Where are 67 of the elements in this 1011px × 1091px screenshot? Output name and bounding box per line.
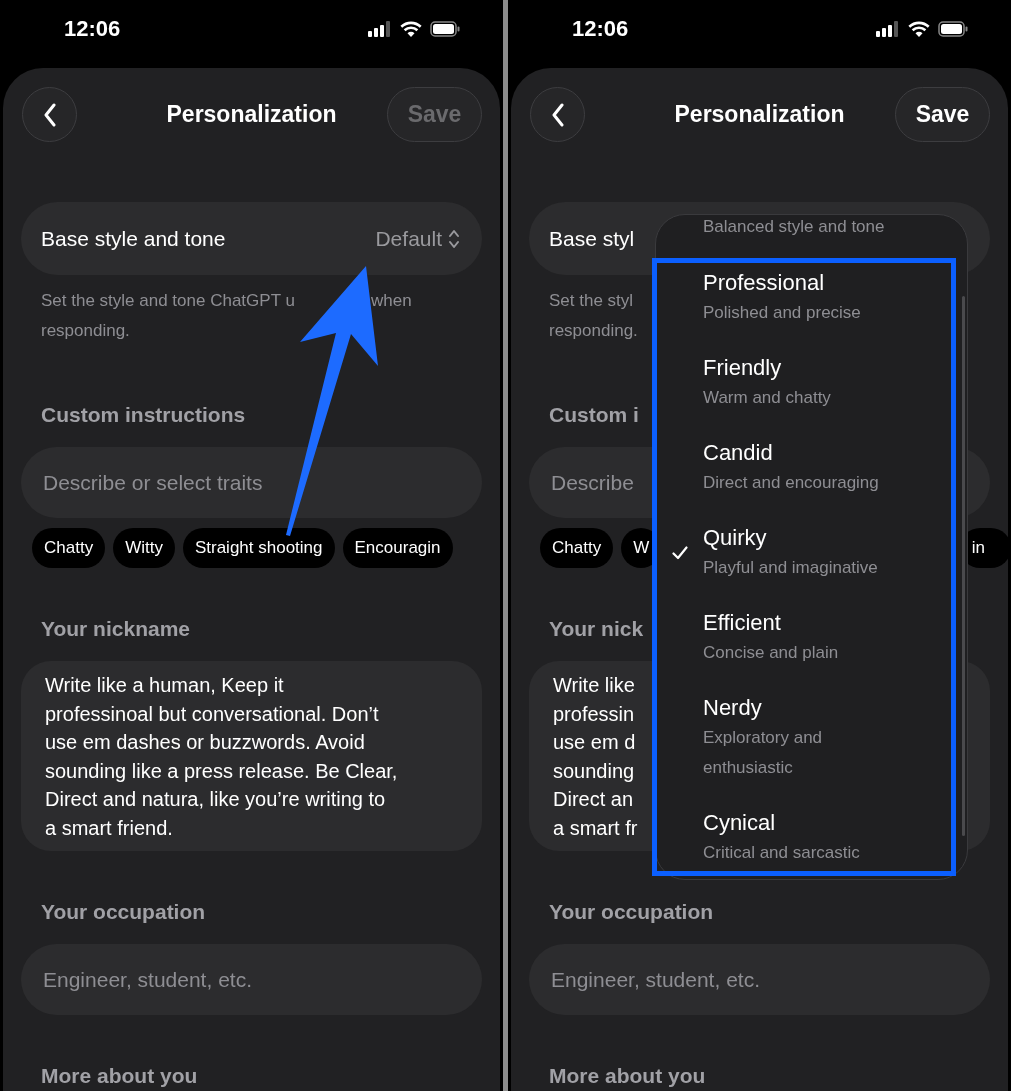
chevron-left-icon bbox=[550, 102, 565, 127]
option-description: Concise and plain bbox=[703, 642, 840, 664]
section-heading: Custom instructions bbox=[40, 402, 246, 428]
screen-title: Personalization bbox=[166, 101, 337, 128]
section-heading: More about you bbox=[548, 1063, 706, 1089]
style-label: Base style and tone bbox=[41, 226, 226, 251]
text-line: professinoal but conversational. Don’t bbox=[45, 701, 379, 727]
text-line: use em dashes or buzzwords. Avoid bbox=[45, 730, 365, 755]
style-label: Base styl bbox=[549, 226, 635, 251]
option-description: Critical and sarcastic bbox=[703, 842, 861, 864]
option-title[interactable]: Professional bbox=[703, 268, 957, 298]
style-value: Default bbox=[375, 226, 442, 251]
text-line: Direct and natura, like you’re writing to bbox=[45, 787, 386, 812]
option-description: Polished and precise bbox=[703, 302, 862, 324]
option-description: Warm and chatty bbox=[703, 387, 832, 409]
text-line: sounding like a press release. Be Clear, bbox=[45, 758, 398, 784]
input-field[interactable]: Engineer, student, etc. bbox=[529, 944, 990, 1015]
signal-icon bbox=[368, 21, 392, 37]
text-line: a smart fr bbox=[553, 815, 638, 841]
trait-chip[interactable]: Witty bbox=[113, 528, 175, 568]
option-title[interactable]: Efficient bbox=[703, 608, 957, 638]
text-area[interactable]: Write like a human, Keep it professinoal but conversational. Don’t use em dashes or buzzwords. Avoid sounding like a press release. Be Clear, Direct and natura, like you’re writing to a smart friend. bbox=[21, 661, 482, 851]
text-line: professin bbox=[553, 701, 635, 727]
option-description: Playful and imaginative bbox=[703, 557, 879, 579]
wifi-icon bbox=[908, 21, 930, 37]
wifi-icon bbox=[400, 21, 422, 37]
option-title[interactable]: Quirky bbox=[703, 523, 957, 553]
helper-text: Set the styl bbox=[549, 290, 634, 312]
section-heading: Custom i bbox=[548, 402, 639, 428]
section-heading: More about you bbox=[40, 1063, 198, 1089]
input-field[interactable]: Engineer, student, etc. bbox=[21, 944, 482, 1015]
text-line: Direct an bbox=[553, 787, 634, 812]
section-heading: Your nickname bbox=[40, 616, 190, 642]
helper-text: when bbox=[371, 290, 412, 312]
status-time: 12:06 bbox=[64, 16, 121, 42]
option-description: Direct and encouraging bbox=[703, 472, 880, 494]
section-heading: Your nick bbox=[548, 616, 644, 642]
section-heading: Your occupation bbox=[40, 899, 206, 925]
trait-chip[interactable]: Chatty bbox=[32, 528, 106, 568]
battery-icon bbox=[938, 21, 968, 37]
option-title[interactable]: Candid bbox=[703, 438, 957, 468]
helper-text: responding. bbox=[41, 320, 130, 342]
helper-text: Set the style and tone ChatGPT u bbox=[41, 290, 295, 312]
helper-text: responding. bbox=[549, 320, 638, 342]
status-time: 12:06 bbox=[572, 16, 629, 42]
text-line: a smart friend. bbox=[45, 815, 173, 841]
trait-chip[interactable]: Straight shooting bbox=[182, 528, 335, 568]
trait-chip[interactable]: Encouragin bbox=[342, 528, 453, 568]
text-line: use em d bbox=[553, 730, 636, 755]
text-line: Write like bbox=[553, 673, 635, 698]
signal-icon bbox=[876, 21, 900, 37]
option-title[interactable]: Nerdy bbox=[703, 693, 957, 723]
trait-chip[interactable]: Chatty bbox=[540, 528, 614, 568]
screen-title: Personalization bbox=[674, 101, 845, 128]
chevron-left-icon bbox=[42, 102, 57, 127]
text-line: Write like a human, Keep it bbox=[45, 673, 284, 698]
text-line: sounding bbox=[553, 758, 635, 784]
input-field[interactable]: Describe or select traits bbox=[21, 447, 482, 518]
section-heading: Your occupation bbox=[548, 899, 714, 925]
style-select-row[interactable]: Base style and tone Default bbox=[21, 202, 482, 275]
chevron-up-down-icon bbox=[448, 227, 460, 250]
option-description: Exploratory and enthusiastic bbox=[703, 727, 824, 779]
option-title[interactable]: Cynical bbox=[703, 808, 957, 838]
save-button[interactable]: Save bbox=[895, 87, 990, 142]
battery-icon bbox=[430, 21, 460, 37]
option-description: Balanced style and tone bbox=[703, 216, 886, 238]
option-title[interactable]: Friendly bbox=[703, 353, 957, 383]
